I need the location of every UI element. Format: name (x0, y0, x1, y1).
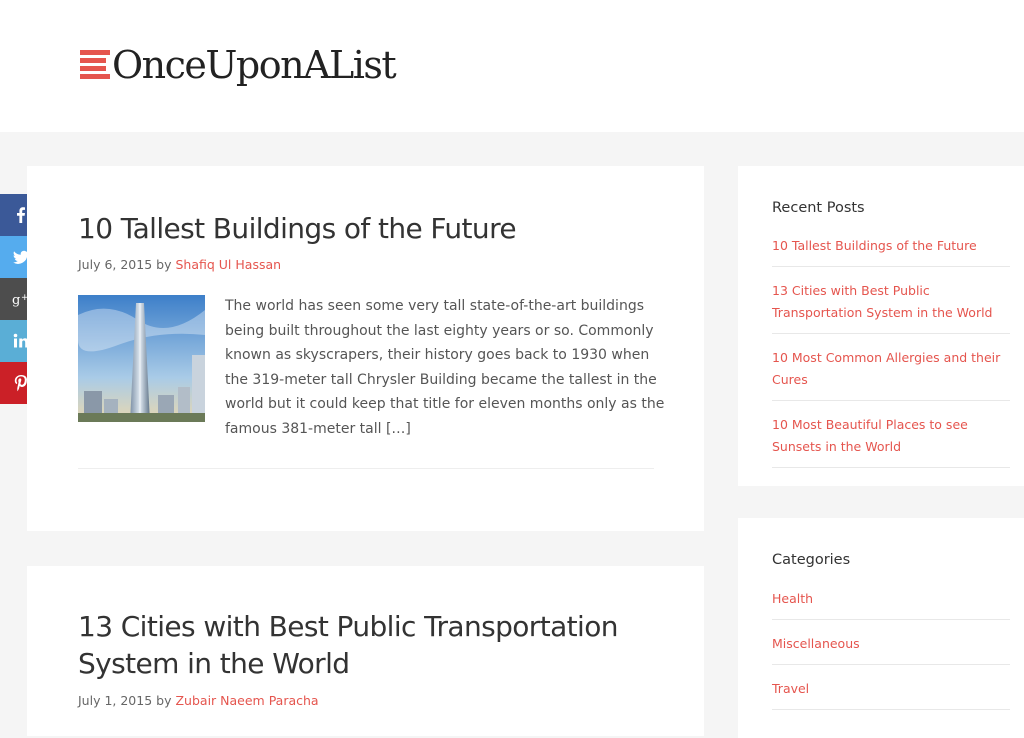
post-title-link[interactable]: 13 Cities with Best Public Transportatio… (78, 608, 658, 682)
category-link[interactable]: Travel (772, 678, 1010, 700)
post-date: July 1, 2015 (78, 693, 153, 708)
list-item: Health (772, 588, 1010, 620)
recent-post-link[interactable]: 10 Tallest Buildings of the Future (772, 235, 1010, 257)
category-link[interactable]: Miscellaneous (772, 633, 1010, 655)
categories-widget: Categories Health Miscellaneous Travel (738, 518, 1024, 738)
post-excerpt: The world has seen some very tall state-… (225, 298, 665, 437)
recent-post-link[interactable]: 10 Most Beautiful Places to see Sunsets … (772, 414, 1010, 458)
site-header: OnceUponAList (0, 0, 1024, 132)
widget-title: Recent Posts (772, 200, 865, 216)
post-thumbnail[interactable] (78, 295, 205, 422)
list-item: 10 Most Beautiful Places to see Sunsets … (772, 414, 1010, 468)
list-item: 13 Cities with Best Public Transportatio… (772, 280, 1010, 334)
post-meta: July 6, 2015 by Shafiq Ul Hassan (78, 257, 281, 272)
list-item: 10 Tallest Buildings of the Future (772, 235, 1010, 267)
logo-text: OnceUponAList (112, 43, 397, 87)
svg-text:g: g (12, 293, 20, 308)
recent-post-link[interactable]: 13 Cities with Best Public Transportatio… (772, 280, 1010, 324)
recent-posts-list: 10 Tallest Buildings of the Future 13 Ci… (772, 235, 1010, 481)
list-item: Travel (772, 678, 1010, 710)
post-author-link[interactable]: Shafiq Ul Hassan (175, 257, 281, 272)
post-by: by (156, 693, 172, 708)
recent-posts-widget: Recent Posts 10 Tallest Buildings of the… (738, 166, 1024, 486)
post-author-link[interactable]: Zubair Naeem Paracha (175, 693, 318, 708)
post-card: 10 Tallest Buildings of the Future July … (27, 166, 704, 531)
list-item: Miscellaneous (772, 633, 1010, 665)
post-title-link[interactable]: 10 Tallest Buildings of the Future (78, 210, 517, 247)
categories-list: Health Miscellaneous Travel (772, 588, 1010, 723)
site-logo[interactable]: OnceUponAList (80, 40, 397, 90)
post-by: by (156, 257, 172, 272)
post-date: July 6, 2015 (78, 257, 153, 272)
post-card: 13 Cities with Best Public Transportatio… (27, 566, 704, 736)
recent-post-link[interactable]: 10 Most Common Allergies and their Cures (772, 347, 1010, 391)
post-divider (78, 468, 654, 469)
widget-title: Categories (772, 552, 851, 568)
post-meta: July 1, 2015 by Zubair Naeem Paracha (78, 693, 319, 708)
category-link[interactable]: Health (772, 588, 1010, 610)
logo-stripes-icon (80, 50, 110, 79)
list-item: 10 Most Common Allergies and their Cures (772, 347, 1010, 401)
